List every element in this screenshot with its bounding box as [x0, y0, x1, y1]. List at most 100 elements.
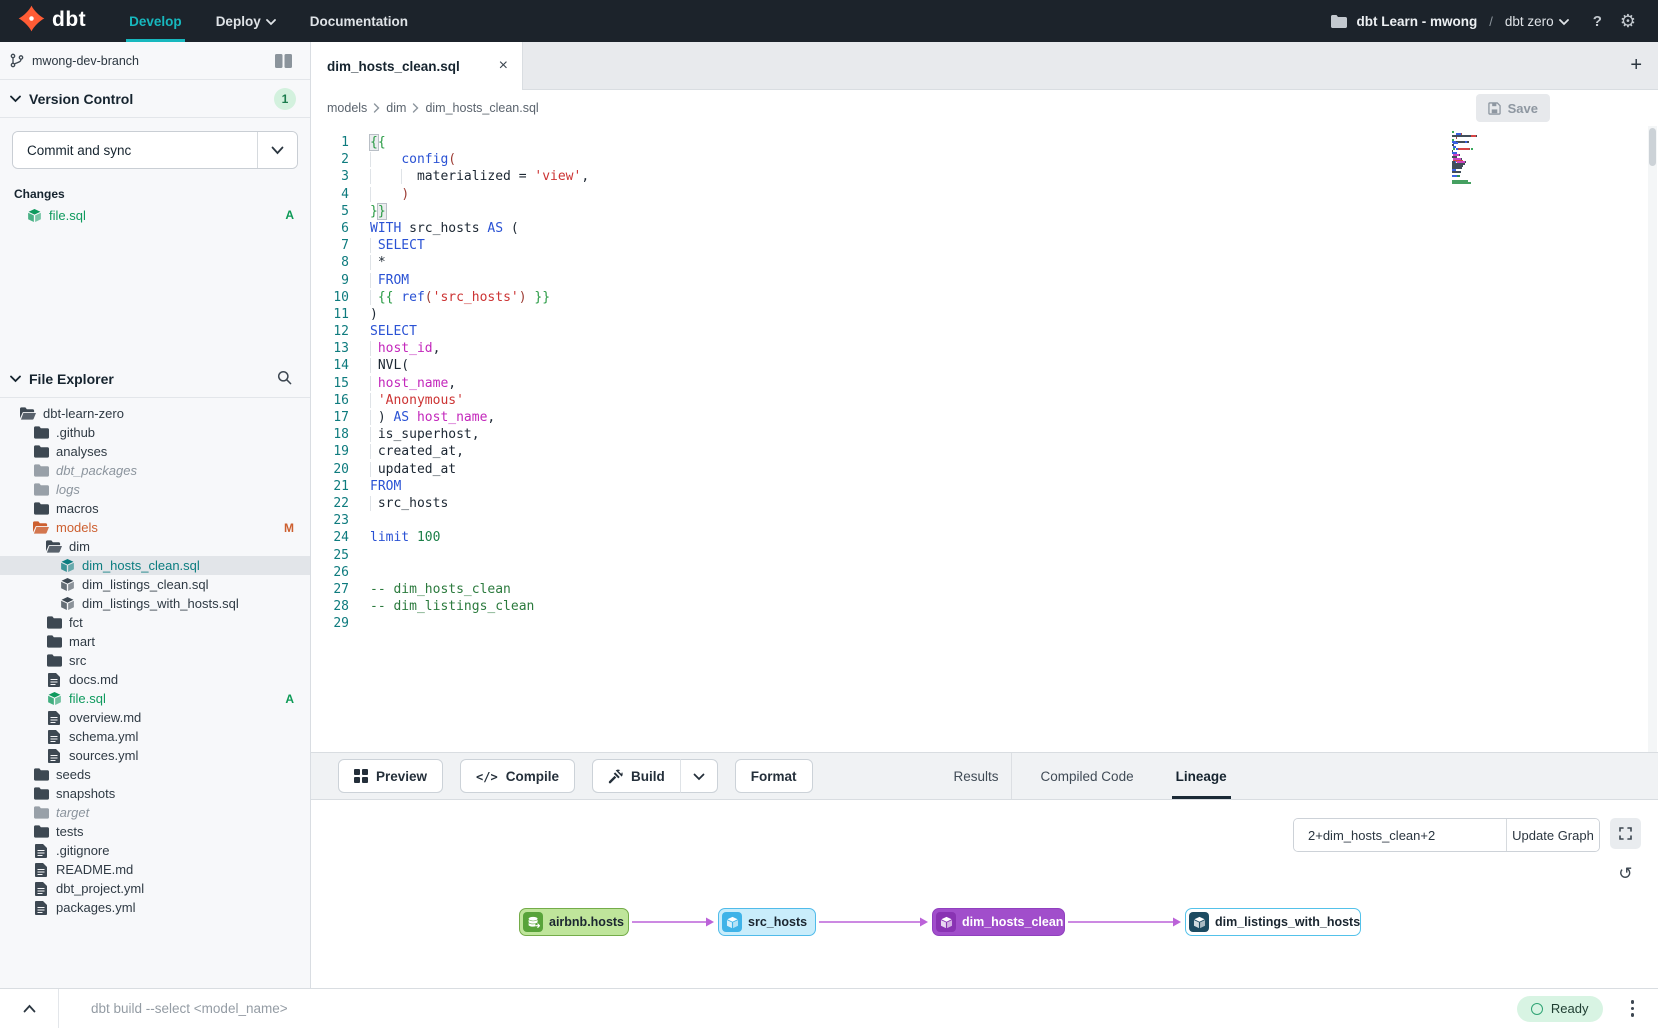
file-tree-item-snapshots[interactable]: snapshots	[0, 784, 310, 803]
folder-icon	[46, 653, 62, 669]
file-tree-item-mart[interactable]: mart	[0, 632, 310, 651]
breadcrumb-models[interactable]: models	[327, 101, 367, 115]
lineage-node-src-hosts[interactable]: src_hosts	[718, 908, 816, 936]
help-button[interactable]	[1589, 9, 1606, 34]
file-tree-item-dbt-learn-zero[interactable]: dbt-learn-zero	[0, 404, 310, 423]
line-number-gutter: 1234567891011121314151617181920212223242…	[311, 134, 349, 632]
file-tree-item-seeds[interactable]: seeds	[0, 765, 310, 784]
scrollbar-thumb[interactable]	[1649, 128, 1656, 166]
file-tree-item-packages-yml[interactable]: packages.yml	[0, 898, 310, 917]
file-tree-item-target[interactable]: target	[0, 803, 310, 822]
breadcrumb-dim[interactable]: dim	[386, 101, 406, 115]
nav-develop[interactable]: Develop	[112, 0, 199, 42]
top-navbar: dbt Develop Deploy Documentation dbt Lea…	[0, 0, 1658, 42]
line-number: 24	[311, 529, 349, 546]
tab-results[interactable]: Results	[950, 753, 1003, 799]
editor-tab-active[interactable]: dim_hosts_clean.sql ×	[311, 42, 523, 90]
line-number: 10	[311, 289, 349, 306]
file-tree-item-dbt-project-yml[interactable]: dbt_project.yml	[0, 879, 310, 898]
file-tree-item-dim-hosts-clean-sql[interactable]: dim_hosts_clean.sql	[0, 556, 310, 575]
version-control-badge: 1	[274, 88, 296, 110]
file-tree-item-dim[interactable]: dim	[0, 537, 310, 556]
nav-documentation[interactable]: Documentation	[293, 0, 425, 42]
file-tree-item-overview-md[interactable]: overview.md	[0, 708, 310, 727]
reset-graph-button[interactable]	[1610, 858, 1641, 889]
command-input[interactable]	[91, 1001, 691, 1016]
save-button[interactable]: Save	[1476, 94, 1550, 122]
nav-deploy[interactable]: Deploy	[199, 0, 293, 42]
account-project[interactable]: dbt Learn - mwong	[1357, 14, 1478, 29]
file-tree-item--gitignore[interactable]: .gitignore	[0, 841, 310, 860]
file-tree-item-docs-md[interactable]: docs.md	[0, 670, 310, 689]
compile-button[interactable]: Compile	[460, 759, 575, 793]
commit-and-sync-button[interactable]: Commit and sync	[13, 132, 257, 168]
result-panel-tabs: Results Compiled Code Lineage	[933, 753, 1248, 799]
build-options-button[interactable]	[680, 759, 718, 793]
git-status-added: A	[285, 208, 294, 222]
code-line: SELECT	[370, 237, 589, 254]
editor-scrollbar[interactable]	[1648, 126, 1657, 752]
code-content[interactable]: {{ config( materialized = 'view', )}}WIT…	[370, 134, 589, 632]
commit-options-button[interactable]	[257, 132, 297, 168]
file-tree-item-sources-yml[interactable]: sources.yml	[0, 746, 310, 765]
file-tree-item-macros[interactable]: macros	[0, 499, 310, 518]
file-tree-item-analyses[interactable]: analyses	[0, 442, 310, 461]
line-number: 3	[311, 168, 349, 185]
new-tab-button[interactable]: +	[1614, 54, 1658, 77]
file-tree-item-models[interactable]: modelsM	[0, 518, 310, 537]
dbt-logo[interactable]: dbt	[0, 5, 112, 37]
collapse-command-bar-button[interactable]	[0, 989, 58, 1028]
line-number: 13	[311, 340, 349, 357]
fullscreen-button[interactable]	[1610, 818, 1641, 849]
environment-selector[interactable]: dbt zero	[1505, 14, 1569, 29]
file-tree-item-tests[interactable]: tests	[0, 822, 310, 841]
close-tab-button[interactable]: ×	[499, 58, 508, 74]
file-tree-item-schema-yml[interactable]: schema.yml	[0, 727, 310, 746]
lineage-node-airbnb-hosts[interactable]: airbnb.hosts	[519, 908, 629, 936]
file-tree-item-dim-listings-clean-sql[interactable]: dim_listings_clean.sql	[0, 575, 310, 594]
breadcrumb-file[interactable]: dim_hosts_clean.sql	[425, 101, 538, 115]
branch-row[interactable]: mwong-dev-branch	[0, 42, 310, 80]
lineage-node-dim-hosts-clean[interactable]: dim_hosts_clean	[932, 908, 1065, 936]
tab-compiled-code[interactable]: Compiled Code	[1037, 753, 1138, 799]
file-search-button[interactable]	[273, 366, 296, 392]
command-menu-button[interactable]	[1621, 994, 1645, 1023]
code-editor[interactable]: 1234567891011121314151617181920212223242…	[311, 126, 1658, 753]
file-tree-label: dim_listings_with_hosts.sql	[82, 596, 239, 611]
code-line: {{	[370, 134, 589, 151]
folder-icon	[33, 463, 49, 479]
lineage-selector-input[interactable]	[1294, 819, 1506, 851]
file-tree-item-file-sql[interactable]: file.sqlA	[0, 689, 310, 708]
command-input-wrap	[58, 989, 1517, 1028]
folder-open-icon	[46, 539, 62, 555]
build-button[interactable]: Build	[592, 759, 680, 793]
line-number: 5	[311, 203, 349, 220]
fullscreen-icon	[1619, 827, 1632, 840]
file-tree-item-readme-md[interactable]: README.md	[0, 860, 310, 879]
format-button[interactable]: Format	[735, 759, 813, 793]
lineage-node-dim-listings-with-hosts[interactable]: dim_listings_with_hosts	[1185, 908, 1361, 936]
file-tree-item-fct[interactable]: fct	[0, 613, 310, 632]
changed-file-row[interactable]: file.sql A	[0, 205, 310, 225]
file-icon	[33, 881, 49, 897]
folder-icon	[33, 444, 49, 460]
file-tree-item-src[interactable]: src	[0, 651, 310, 670]
file-tree-item--github[interactable]: .github	[0, 423, 310, 442]
code-line: updated_at	[370, 461, 589, 478]
settings-button[interactable]	[1616, 7, 1640, 36]
file-tree-item-logs[interactable]: logs	[0, 480, 310, 499]
help-icon	[1593, 13, 1602, 30]
branch-name: mwong-dev-branch	[32, 54, 139, 68]
chevron-down-icon	[693, 769, 705, 784]
preview-button[interactable]: Preview	[338, 759, 443, 793]
update-graph-button[interactable]: Update Graph	[1506, 819, 1599, 851]
file-tree-label: dbt-learn-zero	[43, 406, 124, 421]
file-explorer-header[interactable]: File Explorer	[0, 360, 310, 398]
version-control-header[interactable]: Version Control 1	[0, 80, 310, 118]
file-tree-item-dbt-packages[interactable]: dbt_packages	[0, 461, 310, 480]
docs-panel-button[interactable]	[271, 50, 296, 72]
line-number: 28	[311, 598, 349, 615]
file-tree-item-dim-listings-with-hosts-sql[interactable]: dim_listings_with_hosts.sql	[0, 594, 310, 613]
code-line	[370, 512, 589, 529]
tab-lineage[interactable]: Lineage	[1172, 753, 1231, 799]
